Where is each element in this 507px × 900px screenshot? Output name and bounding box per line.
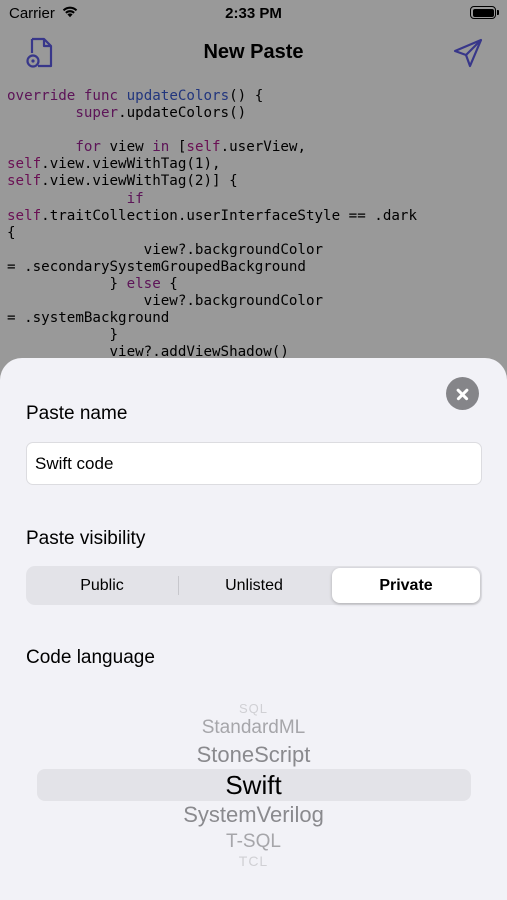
visibility-segmented-control: Public Unlisted Private [26,566,482,605]
language-label: Code language [26,647,155,668]
paste-name-input[interactable] [26,442,482,485]
visibility-option-public[interactable]: Public [28,568,176,603]
visibility-label: Paste visibility [26,528,146,549]
screen: Carrier 2:33 PM New Paste override func … [0,0,507,900]
picker-item-selected[interactable]: Swift [0,770,507,801]
paste-name-label: Paste name [26,403,128,424]
segment-divider [178,576,179,595]
picker-item[interactable]: SystemVerilog [0,802,507,828]
close-icon[interactable] [446,377,479,410]
picker-item[interactable]: T-SQL [0,831,507,853]
visibility-option-private[interactable]: Private [332,568,480,603]
picker-item[interactable]: StoneScript [0,742,507,768]
picker-item[interactable]: StandardML [0,717,507,739]
picker-item[interactable]: TCL [0,853,507,869]
picker-item[interactable]: SQL [0,701,507,716]
visibility-option-unlisted[interactable]: Unlisted [180,568,328,603]
